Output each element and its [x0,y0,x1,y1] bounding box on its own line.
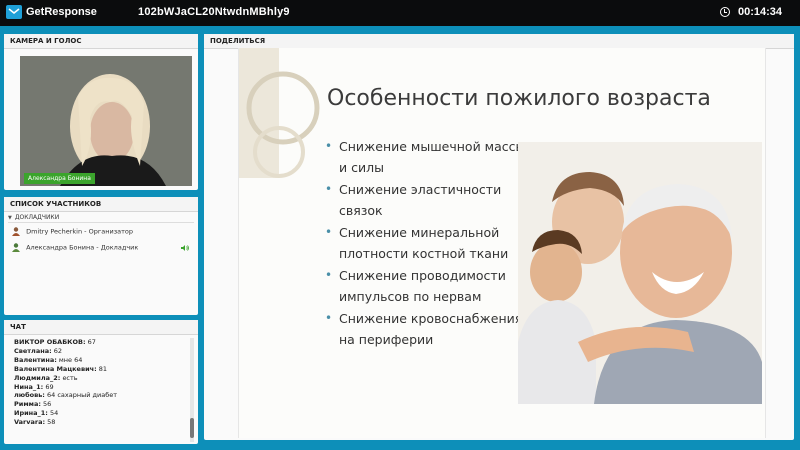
clock-icon [720,7,730,17]
camera-panel-title: КАМЕРА И ГОЛОС [4,34,198,49]
presentation-slide: Особенности пожилого возраста Снижение м… [238,48,766,438]
chat-author: Нина_1: [14,382,44,391]
chat-scrollbar-thumb[interactable] [190,418,194,438]
chat-author: ВИКТОР ОБАБКОВ: [14,338,86,346]
chat-text: мне 64 [58,355,83,364]
participant-row[interactable]: Александра Бонина - Докладчик [12,243,138,252]
participant-name: Александра Бонина - Докладчик [26,243,139,252]
chat-author: Светлана: [14,346,52,355]
participant-row[interactable]: Dmitry Pecherkin - Организатор [12,227,133,236]
chat-message: Римма: 56 [14,400,117,409]
chat-panel-title: ЧАТ [4,320,198,335]
participants-panel-title: СПИСОК УЧАСТНИКОВ [4,197,198,212]
chat-text: есть [62,373,78,382]
chat-author: любовь: [14,391,45,400]
chat-text: 62 [53,346,63,355]
chat-text: 54 [49,409,59,418]
chat-text: 58 [47,418,56,427]
chat-message: Людмила_2: есть [14,374,117,383]
slide-bullet: Снижение эластичности связок [325,179,535,221]
presenter-name-label: Александра Бонина [24,173,95,184]
chat-author: Людмила_2: [14,373,61,382]
chat-author: Ирина_1: [14,409,48,418]
slide-bullet: Снижение кровоснабжения на периферии [325,308,535,350]
chat-message: Нина_1: 69 [14,383,117,392]
family-photo [518,142,762,404]
organizer-avatar-icon [12,227,20,236]
slide-bullet: Снижение мышечной массы и силы [325,136,535,178]
chat-message: Ирина_1: 54 [14,409,117,418]
participants-panel: СПИСОК УЧАСТНИКОВ ДОКЛАДЧИКИ Dmitry Pech… [4,197,198,315]
speaker-volume-icon [181,245,189,251]
chat-message: любовь: 64 сахарный диабет [14,391,117,400]
participant-name: Dmitry Pecherkin - Организатор [26,227,134,236]
share-panel-title: ПОДЕЛИТЬСЯ [204,34,794,49]
getresponse-logo-icon [6,5,22,19]
room-id: 102bWJaCL20NtwdnMBhly9 [138,6,290,18]
chat-message: ВИКТОР ОБАБКОВ: 67 [14,338,117,347]
chat-panel: ЧАТ ВИКТОР ОБАБКОВ: 67 Светлана: 62 Вале… [4,320,198,444]
chat-author: Валентина Мацкевич: [14,364,97,373]
chat-author: Varvara: [14,418,46,427]
chat-message: Валентина: мне 64 [14,356,117,365]
chat-text: 69 [45,382,54,391]
chat-author: Римма: [14,400,41,409]
share-panel: ПОДЕЛИТЬСЯ Особенности пожилого возраста… [204,34,794,440]
chat-text: 56 [43,400,52,409]
chat-message: Varvara: 58 [14,418,117,427]
group-speakers[interactable]: ДОКЛАДЧИКИ [8,214,59,221]
chat-author: Валентина: [14,355,57,364]
chat-text: 64 сахарный диабет [47,391,118,400]
presenter-video[interactable]: Александра Бонина [20,56,192,186]
chat-message: Светлана: 62 [14,347,117,356]
chat-message: Валентина Мацкевич: 81 [14,365,117,374]
chat-messages: ВИКТОР ОБАБКОВ: 67 Светлана: 62 Валентин… [14,338,117,427]
top-bar: GetResponse 102bWJaCL20NtwdnMBhly9 00:14… [0,0,800,26]
slide-heading: Особенности пожилого возраста [327,86,711,111]
chat-text: 67 [87,338,96,346]
divider [8,222,194,223]
chat-text: 81 [98,364,108,373]
chat-scrollbar[interactable] [190,338,194,442]
slide-bullet: Снижение проводимости импульсов по нерва… [325,265,535,307]
presenter-avatar-icon [12,243,20,252]
slide-bullet-list: Снижение мышечной массы и силы Снижение … [325,136,535,351]
presenter-video-image [20,56,192,186]
brand-name: GetResponse [26,6,97,18]
slide-decoration [239,48,320,178]
camera-panel: КАМЕРА И ГОЛОС Александра Бонина [4,34,198,190]
slide-bullet: Снижение минеральной плотности костной т… [325,222,535,264]
session-timer: 00:14:34 [737,6,782,18]
